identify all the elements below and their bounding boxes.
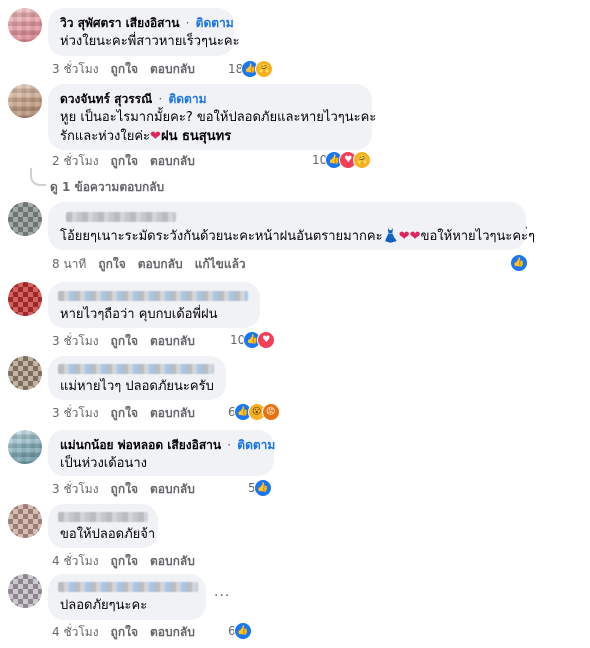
avatar[interactable] <box>8 202 42 236</box>
reply-button[interactable]: ตอบกลับ <box>150 625 195 639</box>
comment-bubble: ปลอดภัยๆนะคะ <box>48 574 206 620</box>
reaction-summary[interactable]: 10 👍 ♥ <box>230 331 276 349</box>
view-replies-link[interactable]: ดู 1 ข้อความตอบกลับ <box>50 178 164 197</box>
comment-actions: 3 ชั่วโมง ถูกใจ ตอบกลับ <box>52 333 207 349</box>
reaction-summary[interactable]: 18 👍 🤗 <box>228 60 274 78</box>
comment-text: แม่หายไวๆ ปลอดภัยนะครับ <box>60 379 214 394</box>
comment-timestamp[interactable]: 2 ชั่วโมง <box>52 154 99 168</box>
like-icon: 👍 <box>253 479 272 497</box>
care-icon: 🤗 <box>353 151 372 169</box>
angry-icon: 😡 <box>261 403 280 421</box>
comment-actions: 3 ชั่วโมง ถูกใจ ตอบกลับ <box>52 481 207 497</box>
redacted-name <box>66 212 176 222</box>
reply-button[interactable]: ตอบกลับ <box>150 154 195 168</box>
comment-text: เป็นห่วงเด้อนาง <box>60 456 148 471</box>
reaction-summary[interactable]: 👍 <box>510 254 528 272</box>
like-button[interactable]: ถูกใจ <box>111 482 138 496</box>
comment-actions: 3 ชั่วโมง ถูกใจ ตอบกลับ <box>52 405 207 421</box>
reply-button[interactable]: ตอบกลับ <box>150 482 195 496</box>
comment-actions: 3 ชั่วโมง ถูกใจ ตอบกลับ <box>52 61 207 77</box>
comment-timestamp[interactable]: 3 ชั่วโมง <box>52 406 99 420</box>
comment-bubble: ดวงจันทร์ สุวรรณี · ติดตาม หูย เป็นอะไรม… <box>48 84 377 150</box>
like-button[interactable]: ถูกใจ <box>111 334 138 348</box>
commenter-name[interactable]: แม่นกน้อย พ่อหลอด เสียงอิสาน <box>60 438 221 452</box>
follow-link[interactable]: ติดตาม <box>196 16 234 30</box>
comment-text: ห่วงใยนะคะพี่สาวหายเร็วๆนะคะ <box>60 34 240 49</box>
comment-bubble: แม่หายไวๆ ปลอดภัยนะครับ <box>48 356 226 400</box>
comment-text: ปลอดภัยๆนะคะ <box>60 598 148 613</box>
reaction-summary[interactable]: 10 👍 ♥ 🤗 <box>312 151 372 169</box>
comment-timestamp[interactable]: 3 ชั่วโมง <box>52 334 99 348</box>
reply-button[interactable]: ตอบกลับ <box>150 334 195 348</box>
like-button[interactable]: ถูกใจ <box>111 554 138 568</box>
like-icon: 👍 <box>510 254 528 272</box>
like-icon: 👍 <box>233 622 252 640</box>
redacted-name <box>58 582 198 592</box>
comment-bubble: แม่นกน้อย พ่อหลอด เสียงอิสาน · ติดตาม เป… <box>48 430 275 476</box>
care-icon: 🤗 <box>255 60 274 78</box>
like-button[interactable]: ถูกใจ <box>111 406 138 420</box>
thread-line <box>30 168 46 186</box>
avatar[interactable] <box>8 84 42 118</box>
heart-icon: ❤ <box>150 129 161 144</box>
comment-text: โอ้ยยๆเนาะระมัดระวังกันด้วยนะคะหน้าฝนอัน… <box>60 229 536 244</box>
redacted-name <box>58 364 214 374</box>
comment-timestamp[interactable]: 3 ชั่วโมง <box>52 482 99 496</box>
comment-text: หูย เป็นอะไรมากมั้ยคะ? ขอให้ปลอดภัยและหา… <box>60 110 377 125</box>
reaction-summary[interactable]: 6 👍 😮 😡 <box>228 403 280 421</box>
commenter-name[interactable]: วิว สุพัศตรา เสียงอิสาน <box>60 16 179 30</box>
comment-timestamp[interactable]: 4 ชั่วโมง <box>52 554 99 568</box>
avatar[interactable] <box>8 282 42 316</box>
separator-dot: · <box>227 438 232 452</box>
reply-button[interactable]: ตอบกลับ <box>138 257 183 271</box>
comment-bubble: วิว สุพัศตรา เสียงอิสาน · ติดตาม ห่วงใยน… <box>48 8 240 56</box>
follow-link[interactable]: ติดตาม <box>237 438 275 452</box>
like-button[interactable]: ถูกใจ <box>111 62 138 76</box>
like-button[interactable]: ถูกใจ <box>98 257 125 271</box>
commenter-name[interactable]: ดวงจันทร์ สุวรรณี <box>60 92 152 106</box>
comment-actions: 4 ชั่วโมง ถูกใจ ตอบกลับ <box>52 553 207 569</box>
avatar[interactable] <box>8 574 42 608</box>
more-options-button[interactable]: ... <box>214 584 230 600</box>
comment-bubble: ขอให้ปลอดภัยจ้า <box>48 504 158 548</box>
dress-icon: 👗 <box>382 229 399 244</box>
redacted-name <box>58 291 248 301</box>
reply-button[interactable]: ตอบกลับ <box>150 406 195 420</box>
reaction-summary[interactable]: 6 👍 <box>228 622 252 640</box>
avatar[interactable] <box>8 8 42 42</box>
comment-text: ขอให้ปลอดภัยจ้า <box>60 527 156 542</box>
comment-timestamp[interactable]: 3 ชั่วโมง <box>52 62 99 76</box>
edited-label: แก้ไขแล้ว <box>194 257 246 271</box>
comment-timestamp[interactable]: 4 ชั่วโมง <box>52 625 99 639</box>
mention-tag[interactable]: ฝน ธนสุนทร <box>161 129 231 144</box>
reply-button[interactable]: ตอบกลับ <box>150 62 195 76</box>
reply-button[interactable]: ตอบกลับ <box>150 554 195 568</box>
comment-actions: 8 นาที ถูกใจ ตอบกลับ แก้ไขแล้ว <box>52 256 258 272</box>
reaction-summary[interactable]: 5 👍 <box>248 479 272 497</box>
comment-bubble: หายไวๆถือว่า คุบกบเด้อพี่ฝน <box>48 282 260 328</box>
comment-timestamp[interactable]: 8 นาที <box>52 257 86 271</box>
love-icon: ♥ <box>257 331 276 349</box>
heart-icon: ❤❤ <box>398 229 421 244</box>
avatar[interactable] <box>8 356 42 390</box>
comment-text: หายไวๆถือว่า คุบกบเด้อพี่ฝน <box>60 307 218 322</box>
avatar[interactable] <box>8 430 42 464</box>
comment-actions: 4 ชั่วโมง ถูกใจ ตอบกลับ <box>52 624 207 640</box>
like-button[interactable]: ถูกใจ <box>111 154 138 168</box>
comment-actions: 2 ชั่วโมง ถูกใจ ตอบกลับ <box>52 153 207 169</box>
like-button[interactable]: ถูกใจ <box>111 625 138 639</box>
comment-text-line2: รักและห่วงใยค่ะ❤ฝน ธนสุนทร <box>60 129 232 144</box>
separator-dot: · <box>158 92 163 106</box>
avatar[interactable] <box>8 504 42 538</box>
separator-dot: · <box>185 16 190 30</box>
redacted-name <box>58 512 148 522</box>
follow-link[interactable]: ติดตาม <box>168 92 206 106</box>
comment-bubble: โอ้ยยๆเนาะระมัดระวังกันด้วยนะคะหน้าฝนอัน… <box>48 202 535 250</box>
